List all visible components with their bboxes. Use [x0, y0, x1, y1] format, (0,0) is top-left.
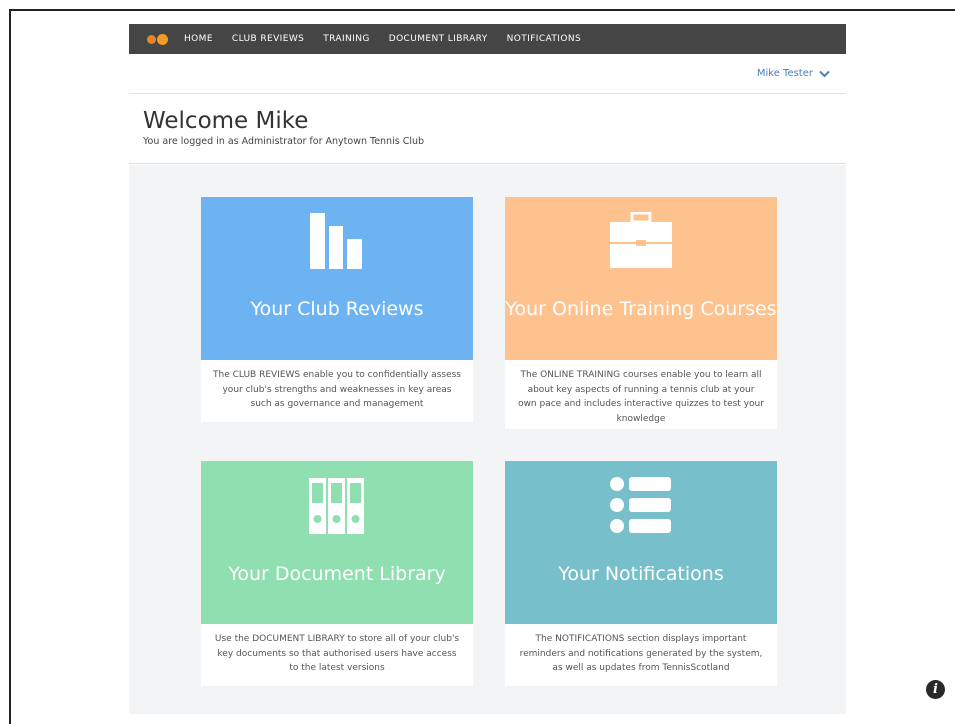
card-notifications-title: Your Notifications — [558, 563, 724, 585]
bar-chart-icon — [310, 213, 362, 269]
card-online-training-description: The ONLINE TRAINING courses enable you t… — [518, 370, 764, 424]
nav-document-library[interactable]: DOCUMENT LIBRARY — [389, 34, 488, 44]
card-notifications[interactable]: Your Notifications The NOTIFICATIONS sec… — [505, 461, 777, 686]
nav-club-reviews[interactable]: CLUB REVIEWS — [232, 34, 304, 44]
card-notifications-description: The NOTIFICATIONS section displays impor… — [519, 634, 763, 673]
card-document-library-description: Use the DOCUMENT LIBRARY to store all of… — [214, 634, 460, 673]
card-notifications-panel: Your Notifications — [505, 461, 777, 624]
user-menu[interactable]: Mike Tester — [757, 68, 830, 79]
logo-dot-large — [157, 33, 168, 45]
login-status: You are logged in as Administrator for A… — [143, 136, 425, 147]
user-bar: Mike Tester — [129, 54, 846, 94]
card-online-training-panel: Your Online Training Courses — [505, 197, 777, 360]
app-window: HOME CLUB REVIEWS TRAINING DOCUMENT LIBR… — [129, 24, 846, 714]
logo[interactable] — [147, 33, 168, 45]
top-navigation: HOME CLUB REVIEWS TRAINING DOCUMENT LIBR… — [129, 24, 846, 54]
card-club-reviews[interactable]: Your Club Reviews The CLUB REVIEWS enabl… — [201, 197, 473, 422]
nav-notifications[interactable]: NOTIFICATIONS — [507, 34, 581, 44]
card-online-training[interactable]: Your Online Training Courses The ONLINE … — [505, 197, 777, 429]
welcome-heading: Welcome Mike — [143, 108, 309, 134]
info-icon[interactable]: i — [926, 680, 945, 699]
nav-training[interactable]: TRAINING — [323, 34, 370, 44]
briefcase-icon — [610, 212, 672, 268]
dashboard-content: Your Club Reviews The CLUB REVIEWS enabl… — [129, 165, 846, 714]
user-name: Mike Tester — [756, 68, 813, 79]
card-online-training-title: Your Online Training Courses — [505, 298, 777, 320]
chevron-down-icon — [819, 70, 830, 77]
list-icon — [610, 477, 671, 533]
welcome-header: Welcome Mike You are logged in as Admini… — [129, 94, 846, 164]
nav-home[interactable]: HOME — [184, 34, 213, 44]
card-club-reviews-description: The CLUB REVIEWS enable you to confident… — [213, 370, 461, 409]
logo-dot-small — [147, 34, 156, 44]
card-club-reviews-panel: Your Club Reviews — [201, 197, 473, 360]
card-document-library-title: Your Document Library — [228, 563, 446, 585]
card-document-library-panel: Your Document Library — [201, 461, 473, 624]
card-document-library[interactable]: Your Document Library Use the DOCUMENT L… — [201, 461, 473, 686]
binders-icon — [309, 478, 364, 534]
card-club-reviews-title: Your Club Reviews — [250, 298, 424, 320]
